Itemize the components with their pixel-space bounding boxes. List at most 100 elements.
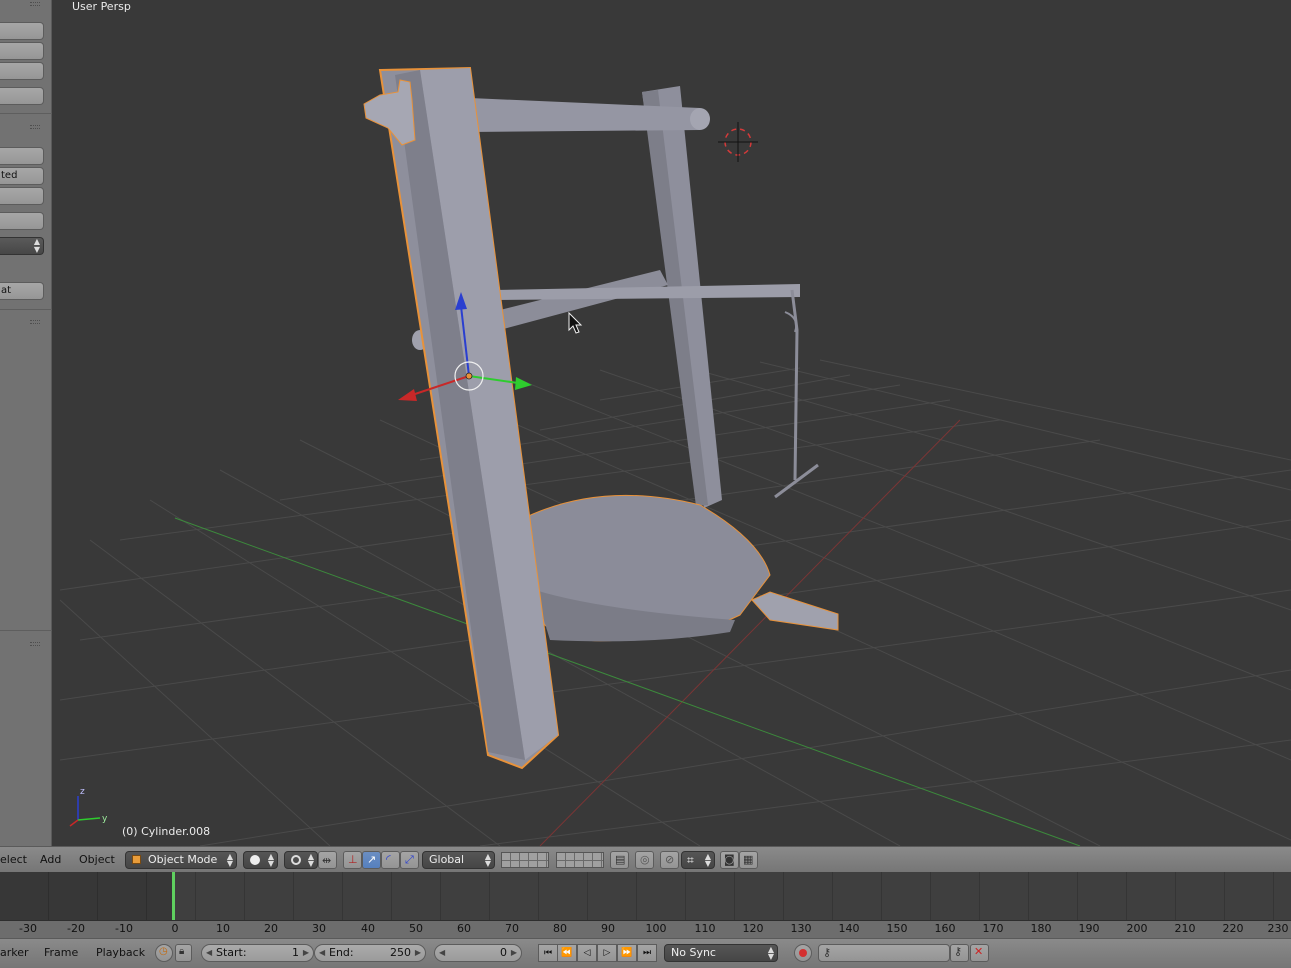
manipulator-toggle-button[interactable]: ⇹ xyxy=(318,851,337,869)
timeline-header: arker Frame Playback ◷ 🔒︎ ◀ Start: 1 ▶ ◀… xyxy=(0,938,1291,968)
ruler-tick: 200 xyxy=(1126,922,1148,935)
menu-frame[interactable]: Frame xyxy=(44,946,78,959)
insert-keyframe-button[interactable]: ⚷ xyxy=(950,944,969,962)
panel-grip-icon[interactable] xyxy=(30,125,40,129)
ruler-tick: 170 xyxy=(982,922,1004,935)
decrement-arrow-icon[interactable]: ◀ xyxy=(439,945,445,961)
increment-arrow-icon[interactable]: ▶ xyxy=(303,945,309,961)
tool-button-7[interactable] xyxy=(0,187,44,205)
tool-button-9[interactable]: at xyxy=(0,282,44,300)
delete-keyframe-button[interactable]: ✕ xyxy=(970,944,989,962)
blender-window: ted ▲ ▼ at z y User Persp (0) Cylinder.0… xyxy=(0,0,1291,968)
manipulator-axes-icon: ⇹ xyxy=(322,854,332,867)
sync-mode-selector[interactable]: No Sync ▲ ▼ xyxy=(664,944,778,962)
decrement-arrow-icon[interactable]: ◀ xyxy=(206,945,212,961)
render-still-button[interactable]: ◙ xyxy=(720,851,739,869)
ruler-tick: 60 xyxy=(457,922,471,935)
jump-to-end-button[interactable]: ⏭ xyxy=(637,944,657,962)
ruler-tick: 30 xyxy=(312,922,326,935)
ruler-tick: 50 xyxy=(409,922,423,935)
panel-grip-icon[interactable] xyxy=(30,320,40,324)
translate-button[interactable]: ↗ xyxy=(362,851,381,869)
view-name-label: User Persp xyxy=(72,0,131,13)
transform-orientation-selector[interactable]: Global ▲ ▼ xyxy=(422,851,495,869)
timeline-editor[interactable]: -30 -20 -10 0 10 20 30 40 50 60 70 80 90… xyxy=(0,872,1291,938)
panel-grip-icon[interactable] xyxy=(30,642,40,646)
menu-select[interactable]: elect xyxy=(0,853,27,866)
jump-to-keyframe-back-button[interactable]: ⏪ xyxy=(557,944,577,962)
tool-dropdown[interactable]: ▲ ▼ xyxy=(0,237,44,255)
ruler-tick: 160 xyxy=(934,922,956,935)
current-frame-cursor[interactable] xyxy=(172,872,175,920)
decrement-arrow-icon[interactable]: ◀ xyxy=(319,945,325,961)
ruler-tick: 40 xyxy=(361,922,375,935)
keying-set-field[interactable]: ⚷ xyxy=(818,944,950,962)
tool-button-4[interactable] xyxy=(0,87,44,105)
menu-playback[interactable]: Playback xyxy=(96,946,145,959)
ruler-tick: 220 xyxy=(1222,922,1244,935)
mode-selector[interactable]: Object Mode ▲ ▼ xyxy=(125,851,237,869)
layers-grid-left[interactable] xyxy=(501,852,549,868)
lock-layers-button[interactable]: ▤ xyxy=(610,851,629,869)
rotate-button[interactable]: ◜ xyxy=(381,851,400,869)
increment-arrow-icon[interactable]: ▶ xyxy=(415,945,421,961)
tool-button-5[interactable] xyxy=(0,147,44,165)
ruler-tick: 190 xyxy=(1078,922,1100,935)
axes-icon: ⊥ xyxy=(348,853,358,866)
start-frame-field[interactable]: ◀ Start: 1 ▶ xyxy=(201,944,314,962)
snap-toggle-button[interactable]: ⊘ xyxy=(660,851,679,869)
render-animation-button[interactable]: ▦ xyxy=(739,851,758,869)
start-frame-label: Start: xyxy=(216,946,247,959)
scale-button[interactable]: ⤢ xyxy=(400,851,419,869)
end-frame-label: End: xyxy=(329,946,354,959)
proportional-edit-icon: ◎ xyxy=(640,853,650,866)
sync-mode-label: No Sync xyxy=(671,946,716,959)
ruler-tick: 180 xyxy=(1030,922,1052,935)
scene-canvas[interactable]: z y xyxy=(53,0,1291,846)
viewport-shading-selector[interactable]: ▲ ▼ xyxy=(243,851,278,869)
tool-button-1[interactable] xyxy=(0,22,44,40)
dropdown-arrows-icon: ▲ ▼ xyxy=(226,852,233,868)
translate-manipulator-button[interactable]: ⊥ xyxy=(343,851,362,869)
pivot-point-selector[interactable]: ▲ ▼ xyxy=(284,851,318,869)
ruler-tick: 230 xyxy=(1267,922,1289,935)
current-frame-field[interactable]: ◀ 0 ▶ xyxy=(434,944,522,962)
menu-marker[interactable]: arker xyxy=(0,946,29,959)
snap-element-selector[interactable]: ⌗ ▲ ▼ xyxy=(681,851,715,869)
panel-grip-icon[interactable] xyxy=(30,2,40,6)
end-frame-value: 250 xyxy=(390,946,411,959)
tool-button-2[interactable] xyxy=(0,42,44,60)
menu-add[interactable]: Add xyxy=(40,853,61,866)
jump-to-start-button[interactable]: ⏮ xyxy=(538,944,558,962)
timeline-ruler[interactable]: -30 -20 -10 0 10 20 30 40 50 60 70 80 90… xyxy=(0,920,1291,938)
menu-object[interactable]: Object xyxy=(79,853,115,866)
use-preview-range-button[interactable]: ◷ xyxy=(155,944,173,962)
mode-selector-label: Object Mode xyxy=(148,853,218,866)
tool-button-6[interactable]: ted xyxy=(0,167,44,185)
increment-arrow-icon[interactable]: ▶ xyxy=(511,945,517,961)
end-frame-field[interactable]: ◀ End: 250 ▶ xyxy=(314,944,426,962)
3d-cursor xyxy=(718,122,758,162)
hanging-rod xyxy=(774,289,819,499)
ruler-tick: 20 xyxy=(264,922,278,935)
play-reverse-button[interactable]: ◁ xyxy=(577,944,597,962)
play-button[interactable]: ▷ xyxy=(597,944,617,962)
layers-grid-right[interactable] xyxy=(556,852,604,868)
dropdown-arrows-icon: ▲ ▼ xyxy=(767,945,774,961)
proportional-edit-button[interactable]: ◎ xyxy=(635,851,654,869)
record-icon xyxy=(799,949,807,957)
auto-keying-button[interactable] xyxy=(794,944,812,962)
tool-button-8[interactable] xyxy=(0,212,44,230)
3d-viewport[interactable]: z y User Persp (0) Cylinder.008 xyxy=(53,0,1291,846)
lock-frame-range-button[interactable]: 🔒︎ xyxy=(175,944,192,962)
ruler-tick: 10 xyxy=(216,922,230,935)
object-mode-cube-icon xyxy=(132,855,141,864)
gizmo-z-label: z xyxy=(80,787,85,797)
tool-button-3[interactable] xyxy=(0,62,44,80)
start-frame-value: 1 xyxy=(292,946,299,959)
jump-to-keyframe-forward-button[interactable]: ⏩ xyxy=(617,944,637,962)
dropdown-arrows-icon: ▲ ▼ xyxy=(267,852,274,868)
dropdown-arrows-icon: ▲ ▼ xyxy=(33,237,40,254)
lock-icon: 🔒︎ xyxy=(179,946,185,957)
timeline-area[interactable] xyxy=(0,872,1291,920)
